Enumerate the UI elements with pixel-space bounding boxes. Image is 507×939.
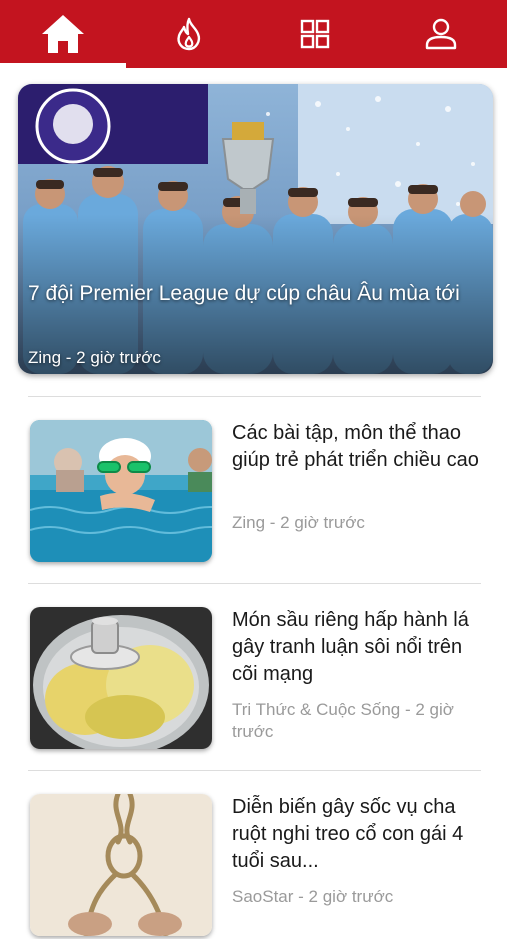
divider [28,770,481,771]
article-item[interactable]: Các bài tập, môn thể thao giúp trẻ phát … [28,420,486,565]
fire-icon [174,17,204,51]
featured-article-image [18,84,493,374]
featured-article-meta: Zing - 2 giờ trước [28,348,161,367]
article-meta: Tri Thức & Cuộc Sống - 2 giờ trước [232,700,454,741]
nav-tab-trending[interactable] [126,0,252,68]
article-thumbnail [30,794,212,936]
article-title: Các bài tập, môn thể thao giúp trẻ phát … [232,422,479,471]
active-tab-indicator [0,63,126,68]
article-meta: SaoStar - 2 giờ trước [232,887,394,906]
divider [28,583,481,584]
article-title: Diễn biến gây sốc vụ cha ruột nghi treo … [232,796,464,872]
nav-tab-home[interactable] [0,0,126,68]
user-icon [424,18,458,50]
nav-tab-profile[interactable] [378,0,504,68]
home-icon [40,13,86,55]
grid-icon [300,19,330,49]
article-thumbnail [30,420,212,562]
article-meta: Zing - 2 giờ trước [232,513,365,532]
nav-tab-categories[interactable] [252,0,378,68]
article-item[interactable]: Diễn biến gây sốc vụ cha ruột nghi treo … [28,794,486,939]
featured-article-title: 7 đội Premier League dự cúp châu Âu mùa … [28,282,460,305]
top-nav-bar [0,0,507,68]
featured-article-card[interactable]: 7 đội Premier League dự cúp châu Âu mùa … [18,84,493,374]
article-item[interactable]: Món sầu riêng hấp hành lá gây tranh luận… [28,607,486,752]
article-title: Món sầu riêng hấp hành lá gây tranh luận… [232,609,469,685]
article-thumbnail [30,607,212,749]
divider [28,396,481,397]
